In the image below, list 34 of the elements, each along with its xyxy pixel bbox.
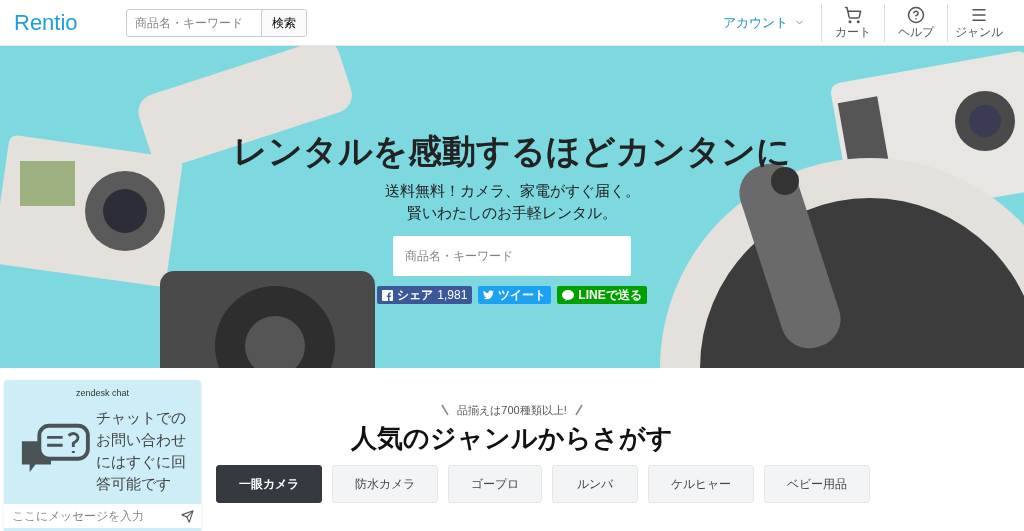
search-input[interactable]: 商品名・キーワード bbox=[127, 9, 261, 36]
account-menu[interactable]: アカウント bbox=[723, 12, 805, 33]
facebook-icon bbox=[382, 289, 394, 301]
nav-button[interactable]: ヘルプ bbox=[884, 3, 947, 42]
chat-input[interactable]: ここにメッセージを入力 bbox=[4, 504, 173, 528]
nav-button[interactable]: カート bbox=[821, 3, 884, 42]
search-button[interactable]: 検索 bbox=[261, 9, 306, 36]
genre-tab[interactable]: ルンバ bbox=[552, 464, 638, 503]
slash-icon bbox=[441, 404, 450, 417]
slash-icon bbox=[574, 404, 583, 417]
tagline: 品揃えは700種類以上! bbox=[457, 403, 567, 418]
genre-tab[interactable]: 防水カメラ bbox=[332, 464, 438, 503]
search-field[interactable]: 商品名・キーワード 検索 bbox=[126, 8, 307, 37]
send-icon bbox=[180, 509, 194, 523]
chat-message: チャットでのお問い合わせにはすぐに回答可能です bbox=[95, 407, 187, 494]
cart-icon bbox=[844, 6, 862, 24]
genre-tab[interactable]: ベビー用品 bbox=[764, 464, 870, 503]
bird-icon bbox=[483, 290, 495, 300]
genre-tab[interactable]: 一眼カメラ bbox=[216, 464, 322, 503]
genre-tab[interactable]: ゴープロ bbox=[448, 464, 542, 503]
logo-text: Rentio bbox=[14, 9, 78, 37]
chat-brand: zendesk chat bbox=[75, 387, 129, 400]
genre-tab[interactable]: ケルヒャー bbox=[648, 464, 754, 503]
share-button[interactable]: シェア 1,981 bbox=[377, 286, 473, 304]
hero-subtitle: 賢いわたしのお手軽レンタル。 bbox=[407, 203, 617, 223]
speech-bubble-icon bbox=[562, 289, 575, 301]
hero-search-field[interactable]: 商品名・キーワード bbox=[393, 236, 631, 276]
section-title: 人気のジャンルからさがす bbox=[351, 421, 673, 455]
nav-button[interactable]: ジャンル bbox=[947, 3, 1010, 42]
help-icon bbox=[907, 6, 925, 24]
hero-title: レンタルを感動するほどカンタンに bbox=[233, 131, 791, 172]
menu-icon bbox=[970, 6, 988, 24]
send-button[interactable] bbox=[173, 504, 201, 528]
hero-subtitle: 送料無料！カメラ、家電がすぐ届く。 bbox=[384, 181, 640, 201]
